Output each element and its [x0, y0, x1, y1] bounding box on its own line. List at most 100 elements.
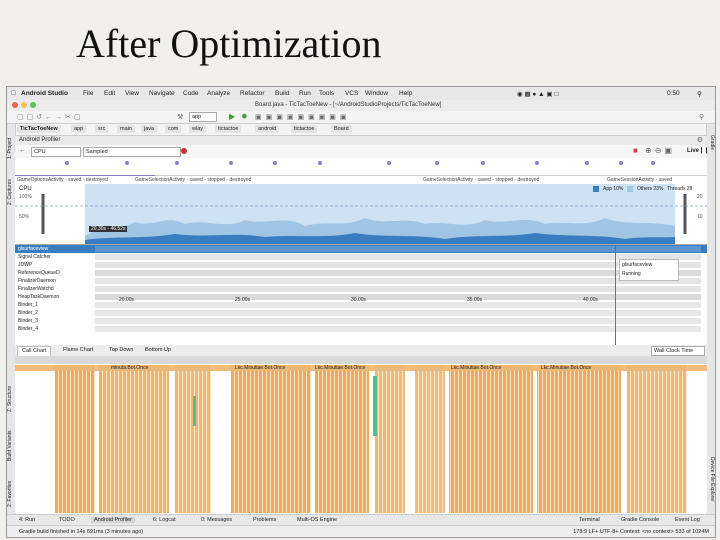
menu-view[interactable]: View: [125, 90, 139, 97]
tab-captures[interactable]: 2: Captures: [7, 172, 15, 212]
menu-tools[interactable]: Tools: [319, 90, 334, 97]
call-frame-block: [415, 365, 445, 513]
event-dot[interactable]: [585, 161, 589, 165]
thread-list: glsurfaceview Signal Catcher JDWP Refere…: [15, 244, 707, 345]
tool-problems[interactable]: Problems: [253, 517, 276, 523]
settings-gear-icon[interactable]: ⚙: [697, 136, 703, 144]
tool-multi-os-engine[interactable]: Multi-OS Engine: [297, 517, 337, 523]
thread-name[interactable]: FinalizerDaemon: [15, 277, 96, 285]
menu-vcs[interactable]: VCS: [345, 90, 358, 97]
thread-name[interactable]: glsurfaceview: [15, 245, 96, 253]
tool-logcat[interactable]: 6: Logcat: [153, 517, 176, 523]
thread-name[interactable]: FinalizerWatchd: [15, 285, 96, 293]
event-dot[interactable]: [273, 161, 277, 165]
event-dot[interactable]: [619, 161, 623, 165]
back-icon[interactable]: ←: [19, 147, 26, 154]
build-icon[interactable]: ⚒: [177, 113, 183, 121]
breadcrumb-item[interactable]: wlay: [189, 125, 207, 133]
menu-navigate[interactable]: Navigate: [149, 90, 175, 97]
record-button[interactable]: [181, 148, 187, 154]
event-dot[interactable]: [481, 161, 485, 165]
menu-refactor[interactable]: Refactor: [240, 90, 265, 97]
call-chart[interactable]: minuta.Bot.Once Lkc.Minutiae.Bot.Once Lk…: [15, 356, 707, 513]
breadcrumb-item[interactable]: app: [71, 125, 87, 133]
clock-type-select[interactable]: Wall Clock Time: [651, 346, 705, 356]
menu-clock: 0:50: [667, 90, 680, 97]
breadcrumb-item[interactable]: tictactoe: [291, 125, 318, 133]
tool-event-log[interactable]: Event Log: [675, 517, 700, 523]
tab-bottom-up[interactable]: Bottom Up: [141, 346, 175, 355]
time-tick: 30.00s: [351, 297, 367, 303]
search-icon[interactable]: ⚲: [697, 90, 702, 98]
thread-name[interactable]: Binder_3: [15, 317, 96, 325]
event-dot[interactable]: [175, 161, 179, 165]
breadcrumb-item[interactable]: java: [141, 125, 158, 133]
tool-android-profiler[interactable]: Android Profiler: [91, 517, 135, 523]
tab-favorites[interactable]: 2: Favorites: [7, 474, 15, 514]
tab-device-file-explorer[interactable]: Device File Explorer: [707, 444, 715, 514]
tool-todo[interactable]: TODO: [59, 517, 75, 523]
tool-gradle-console[interactable]: Gradle Console: [621, 517, 659, 523]
tool-messages[interactable]: 0: Messages: [201, 517, 232, 523]
breadcrumb-item[interactable]: tictactoe: [215, 125, 242, 133]
time-cursor[interactable]: [615, 245, 616, 345]
menu-help[interactable]: Help: [399, 90, 412, 97]
tab-build-variants[interactable]: Build Variants: [7, 424, 15, 468]
event-dot[interactable]: [229, 161, 233, 165]
event-dot[interactable]: [125, 161, 129, 165]
menu-build[interactable]: Build: [275, 90, 289, 97]
menu-app[interactable]: Android Studio: [21, 90, 68, 97]
live-button[interactable]: Live: [687, 148, 699, 154]
event-dot[interactable]: [535, 161, 539, 165]
event-dot[interactable]: [65, 161, 69, 165]
menu-analyze[interactable]: Analyze: [207, 90, 230, 97]
tab-flame-chart[interactable]: Flame Chart: [59, 346, 97, 355]
event-dot[interactable]: [387, 161, 391, 165]
window-title: Board.java - TicTacToeNew - [~/AndroidSt…: [255, 102, 442, 108]
tab-structure[interactable]: Z: Structure: [7, 379, 15, 419]
menu-run[interactable]: Run: [299, 90, 311, 97]
search-everywhere-icon[interactable]: ⚲: [699, 113, 704, 121]
event-dot[interactable]: [435, 161, 439, 165]
close-window-button[interactable]: [12, 102, 18, 108]
breadcrumb-item[interactable]: Board: [331, 125, 352, 133]
thread-name[interactable]: Binder_4: [15, 325, 96, 333]
thread-name[interactable]: Binder_2: [15, 309, 96, 317]
breadcrumb-item[interactable]: main: [117, 125, 135, 133]
menu-code[interactable]: Code: [183, 90, 199, 97]
apple-icon[interactable]: : [11, 90, 16, 97]
debug-icon[interactable]: ✹: [241, 112, 248, 121]
thread-name[interactable]: JDWP: [15, 261, 96, 269]
stop-icon[interactable]: ■: [633, 146, 638, 155]
toolbar-tool-icons[interactable]: ▣▣▣▣▣▣▣▣▣: [255, 113, 351, 121]
zoom-icons[interactable]: ⊕⊖▣: [645, 146, 675, 155]
thread-state-bar: [95, 310, 701, 316]
menu-edit[interactable]: Edit: [104, 90, 115, 97]
breadcrumb-item[interactable]: android: [255, 125, 280, 133]
tab-project[interactable]: 1: Project: [7, 128, 15, 168]
breadcrumb-item[interactable]: com: [165, 125, 182, 133]
tool-run[interactable]: 4: Run: [19, 517, 35, 523]
cpu-usage-chart[interactable]: CPU 100% 50% App 10% Others 23% Threads …: [15, 184, 707, 244]
thread-state-bar: [95, 286, 701, 292]
menu-file[interactable]: File: [83, 90, 93, 97]
breadcrumb-item[interactable]: src: [95, 125, 109, 133]
thread-name[interactable]: Signal Catcher: [15, 253, 96, 261]
menu-window[interactable]: Window: [365, 90, 388, 97]
tab-top-down[interactable]: Top Down: [105, 346, 137, 355]
status-bar: Gradle build finished in 14s 691ms (3 mi…: [7, 525, 715, 537]
tool-terminal[interactable]: Terminal: [579, 517, 600, 523]
event-dot[interactable]: [651, 161, 655, 165]
breadcrumb-item[interactable]: TicTacToeNew: [17, 125, 61, 133]
event-dot[interactable]: [318, 161, 322, 165]
thread-name[interactable]: ReferenceQueueD: [15, 269, 96, 277]
monitor-select[interactable]: CPU: [31, 147, 81, 157]
run-icon[interactable]: ▶: [229, 112, 235, 121]
call-frame-block: [99, 365, 169, 513]
cpu-config-select[interactable]: Sampled: [83, 147, 181, 157]
run-config-select[interactable]: app: [189, 112, 217, 122]
zoom-window-button[interactable]: [30, 102, 36, 108]
minimize-window-button[interactable]: [21, 102, 27, 108]
toolbar-file-icons[interactable]: ▢▢↺←→✂▢: [17, 113, 84, 121]
play-pause-icon[interactable]: ❙❙: [699, 147, 709, 154]
